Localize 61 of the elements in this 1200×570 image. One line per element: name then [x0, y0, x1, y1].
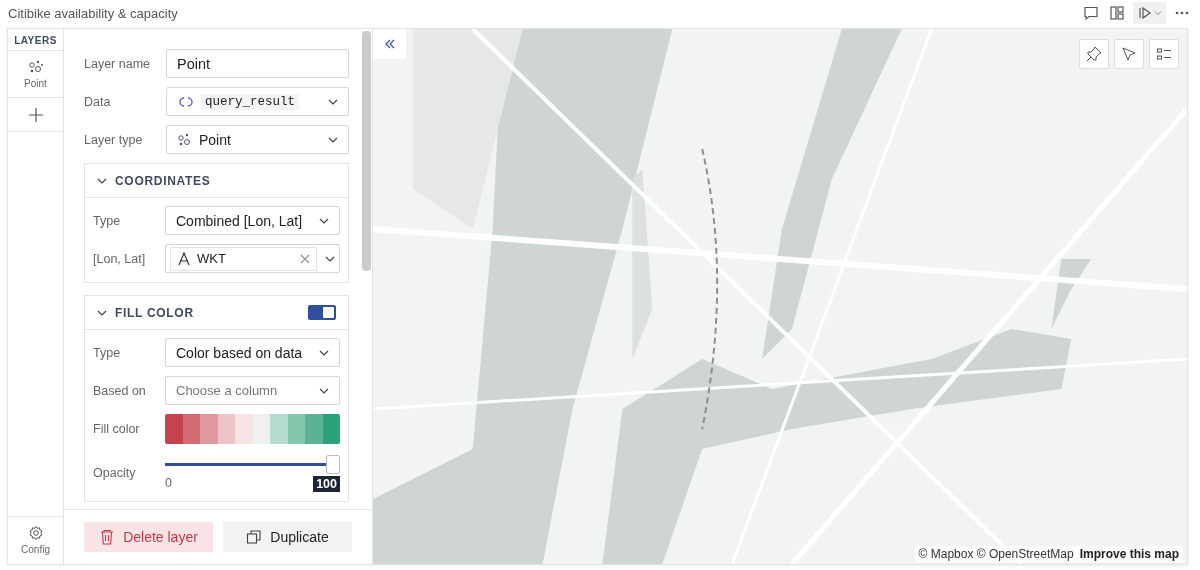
pin-icon: [1086, 46, 1102, 62]
select-button[interactable]: [1114, 39, 1144, 69]
field-label: Fill color: [93, 422, 141, 436]
slider-min: 0: [165, 476, 172, 492]
run-button[interactable]: [1133, 2, 1166, 24]
field-label: [Lon, Lat]: [93, 251, 147, 266]
chevron-icon: [97, 309, 107, 316]
plus-icon: [27, 106, 44, 123]
color-palette[interactable]: [165, 414, 340, 444]
chevron-down-icon[interactable]: [325, 255, 335, 262]
clear-icon[interactable]: [300, 253, 310, 264]
opacity-slider[interactable]: [165, 455, 340, 474]
layer-name-field[interactable]: Point: [166, 49, 349, 78]
chevron-down-icon: [319, 387, 329, 394]
comment-icon: [1083, 5, 1099, 21]
chevron-down-icon: [319, 217, 329, 224]
trash-icon: [99, 529, 116, 545]
points-icon: [177, 131, 193, 148]
dropdown[interactable]: Choose a column: [165, 376, 340, 405]
scrollbar-thumb[interactable]: [362, 31, 371, 271]
legend-button[interactable]: [1149, 39, 1179, 69]
field-label: Data: [84, 94, 112, 109]
text-type-icon: [177, 251, 191, 266]
points-icon: [27, 59, 44, 75]
link-icon: [177, 95, 195, 108]
field-label: Opacity: [93, 465, 137, 480]
pin-button[interactable]: [1079, 39, 1109, 69]
slider-value: 100: [313, 476, 340, 492]
settings-icon: [27, 525, 44, 541]
layer-tab[interactable]: Point: [8, 51, 63, 98]
double-chevron-left-icon: [383, 39, 396, 49]
section-header[interactable]: FILL COLOR: [97, 305, 194, 320]
caret-icon: [1154, 10, 1162, 16]
notebook-title: Citibike availability & capacity: [8, 5, 178, 21]
config-button[interactable]: Config: [8, 516, 63, 564]
chevron-down-icon: [328, 98, 338, 105]
chevron-down-icon: [319, 349, 329, 356]
list-icon: [1156, 46, 1172, 62]
chevron-icon: [97, 177, 107, 184]
layout-icon: [1109, 5, 1125, 21]
dropdown[interactable]: Color based on data: [165, 338, 340, 367]
layer-type-select[interactable]: Point: [166, 125, 349, 154]
play-icon: [1137, 5, 1151, 21]
chevron-down-icon: [328, 136, 338, 143]
field-label: Type: [93, 345, 122, 360]
delete-layer-button[interactable]: Delete layer: [84, 522, 213, 552]
data-select[interactable]: query_result: [166, 87, 349, 116]
field-label: Layer type: [84, 132, 144, 147]
duplicate-button[interactable]: Duplicate: [223, 522, 352, 552]
section-header[interactable]: COORDINATES: [97, 173, 211, 188]
map-attribution: © Mapbox © OpenStreetMap: [918, 547, 1074, 561]
field-label: Type: [93, 213, 122, 228]
dropdown[interactable]: Combined [Lon, Lat]: [165, 206, 340, 235]
layout-button[interactable]: [1107, 3, 1127, 23]
field-label: Based on: [93, 383, 147, 398]
cursor-icon: [1121, 46, 1137, 62]
column-chip[interactable]: WKT: [170, 246, 317, 271]
copy-icon: [246, 529, 263, 545]
field-label: Layer name: [84, 56, 151, 71]
improve-map-link[interactable]: Improve this map: [1079, 547, 1179, 561]
toggle-switch[interactable]: [308, 305, 336, 320]
